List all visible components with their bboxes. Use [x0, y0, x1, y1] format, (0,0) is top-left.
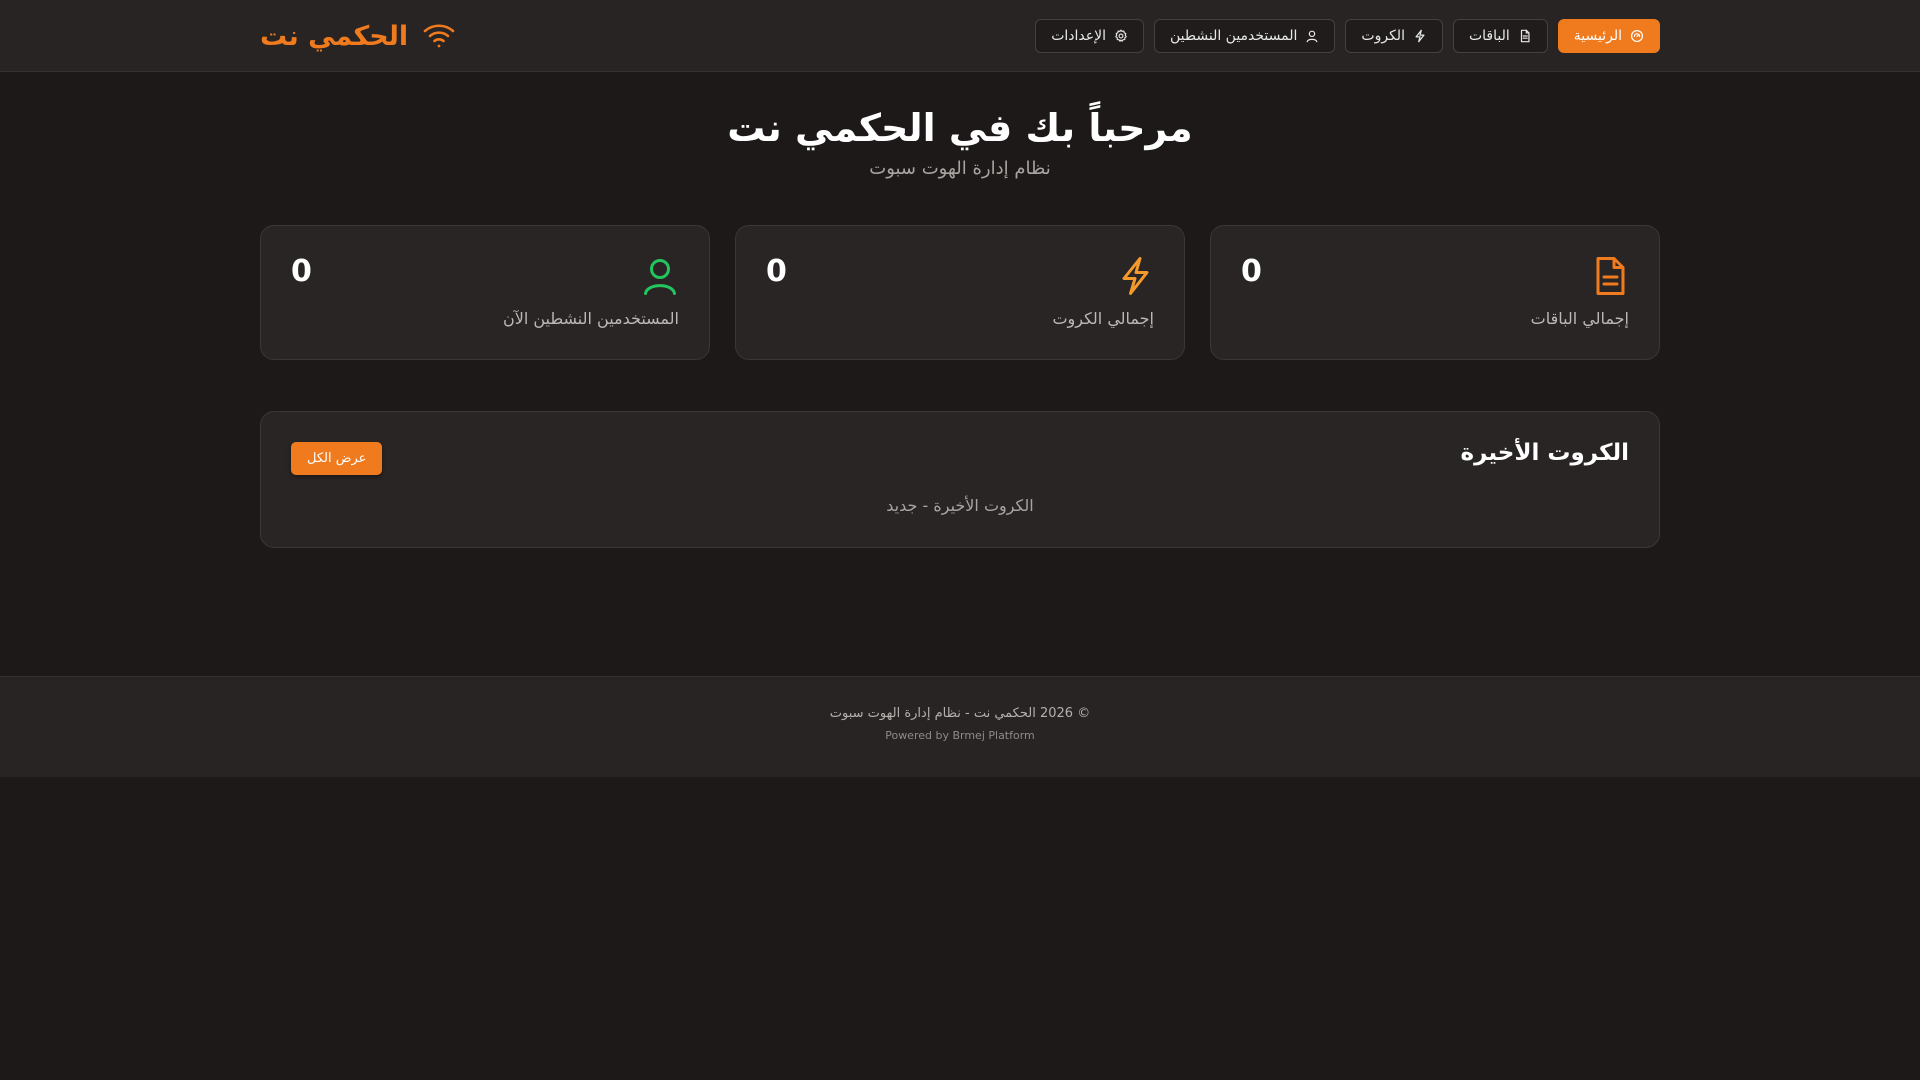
brand-logo[interactable]: الحكمي نت — [260, 21, 456, 52]
nav-packages-button[interactable]: الباقات — [1452, 19, 1548, 53]
stat-label: المستخدمين النشطين الآن — [502, 309, 679, 328]
document-icon — [1518, 29, 1532, 43]
top-navbar: الحكمي نت الرئيسية الباقات الكروت المستخ… — [0, 0, 1920, 72]
page-title: مرحباً بك في الحكمي نت — [727, 106, 1193, 150]
lightning-icon — [1413, 29, 1427, 43]
wifi-icon — [422, 22, 456, 50]
main-nav: الرئيسية الباقات الكروت المستخدمين النشط… — [1035, 19, 1660, 53]
stat-card-packages: إجمالي الباقات 0 — [1210, 225, 1660, 360]
dashboard-icon — [1630, 29, 1644, 43]
main-content: مرحباً بك في الحكمي نت نظام إدارة الهوت … — [260, 72, 1660, 548]
nav-active-users-button[interactable]: المستخدمين النشطين — [1153, 19, 1336, 53]
nav-home-button[interactable]: الرئيسية — [1557, 19, 1660, 53]
nav-settings-button[interactable]: الإعدادات — [1035, 19, 1144, 53]
recent-cards-title: الكروت الأخيرة — [1460, 440, 1629, 466]
user-icon — [641, 256, 679, 296]
nav-active-users-label: المستخدمين النشطين — [1169, 28, 1298, 44]
lightning-icon — [1116, 256, 1154, 296]
footer-copyright: © 2026 الحكمي نت - نظام إدارة الهوت سبوت — [829, 706, 1091, 721]
stat-label: إجمالي الكروت — [1052, 309, 1154, 328]
recent-cards-panel: الكروت الأخيرة عرض الكل الكروت الأخيرة -… — [260, 411, 1660, 548]
stat-value: 0 — [291, 254, 312, 289]
nav-settings-label: الإعدادات — [1051, 28, 1106, 44]
stat-card-cards: إجمالي الكروت 0 — [735, 225, 1185, 360]
user-icon — [1305, 29, 1319, 43]
nav-cards-label: الكروت — [1361, 28, 1405, 44]
stat-value: 0 — [1241, 254, 1262, 289]
nav-home-label: الرئيسية — [1573, 28, 1622, 44]
view-all-button[interactable]: عرض الكل — [291, 442, 383, 475]
welcome-hero: مرحباً بك في الحكمي نت نظام إدارة الهوت … — [260, 72, 1660, 179]
stat-card-active-users: المستخدمين النشطين الآن 0 — [260, 225, 710, 360]
stats-row: إجمالي الباقات 0 إجمالي الكروت 0 المستخد… — [260, 225, 1660, 360]
document-icon — [1591, 256, 1629, 296]
stat-value: 0 — [766, 254, 787, 289]
footer-powered-by: Powered by Brmej Platform — [885, 729, 1035, 742]
recent-cards-empty-text: الكروت الأخيرة - جديد — [886, 496, 1034, 515]
gear-icon — [1114, 29, 1128, 43]
brand-name: الحكمي نت — [260, 20, 409, 52]
page-footer: © 2026 الحكمي نت - نظام إدارة الهوت سبوت… — [0, 676, 1920, 777]
nav-cards-button[interactable]: الكروت — [1345, 19, 1443, 53]
page-subtitle: نظام إدارة الهوت سبوت — [869, 158, 1051, 179]
stat-label: إجمالي الباقات — [1530, 309, 1629, 328]
nav-packages-label: الباقات — [1468, 28, 1510, 44]
